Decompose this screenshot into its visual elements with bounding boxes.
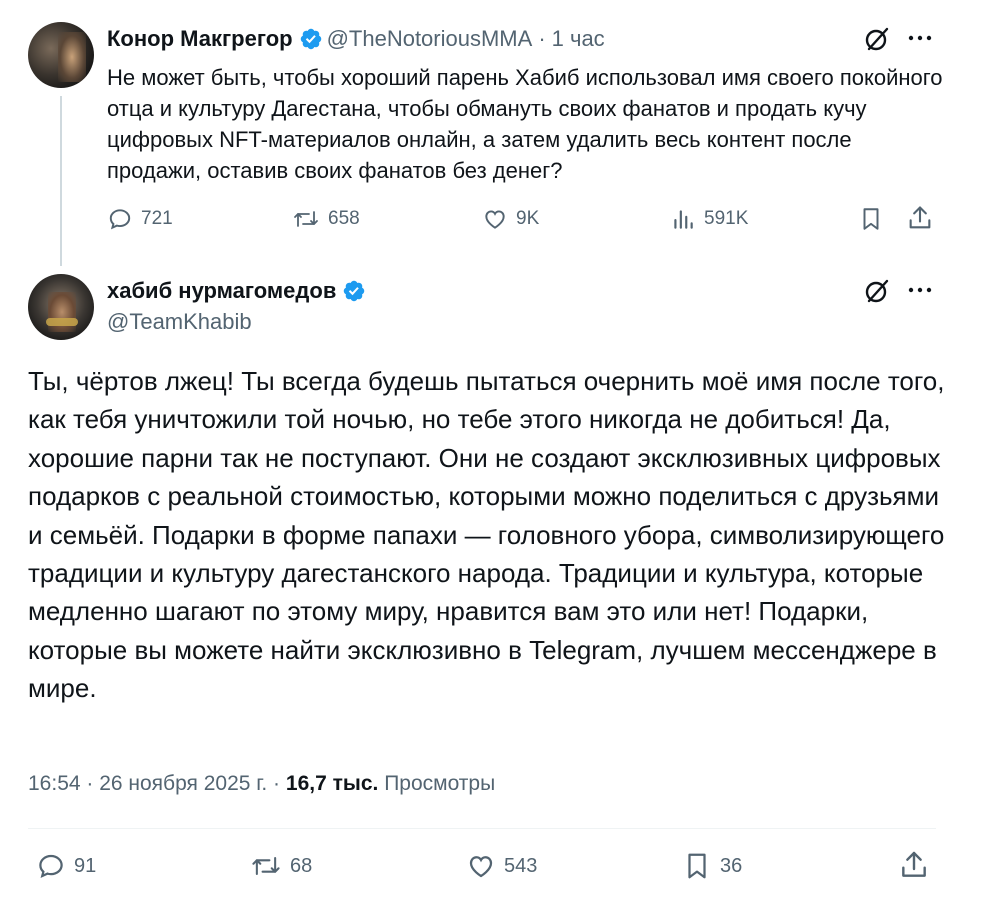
tweet1-views-button[interactable]: 591K: [670, 206, 748, 232]
avatar-khabib[interactable]: [28, 274, 94, 340]
tweet1-reply-count: 721: [141, 208, 173, 229]
tweet1-repost-button[interactable]: 658: [292, 206, 360, 232]
repost-icon: [252, 856, 280, 876]
tweet1-handle[interactable]: @TheNotoriousMMA: [327, 26, 533, 52]
grok-icon[interactable]: [862, 276, 892, 311]
tweet2-reply-button[interactable]: 91: [36, 851, 96, 881]
share-icon[interactable]: [898, 849, 930, 886]
tweet1-reply-button[interactable]: 721: [107, 206, 173, 232]
bookmark-icon: [688, 853, 706, 879]
more-icon[interactable]: [906, 280, 934, 305]
tweet2-author-name[interactable]: хабиб нурмагомедов: [107, 278, 336, 304]
tweet2-like-count: 543: [504, 854, 538, 877]
tweet1-separator: ·: [538, 26, 546, 51]
verified-badge-icon: [300, 28, 321, 50]
tweet1-view-count: 591K: [704, 208, 749, 229]
tweet2-views-count: 16,7 тыс.: [285, 772, 379, 795]
tweet2-like-button[interactable]: 543: [466, 851, 537, 881]
tweet2-views-label: Просмотры: [384, 772, 496, 795]
tweet2-text: Ты, чёртов лжец! Ты всегда будешь пытать…: [28, 366, 945, 704]
tweet2-bookmark-button[interactable]: 36: [682, 851, 742, 881]
reply-icon: [109, 209, 131, 230]
like-icon: [469, 856, 493, 878]
tweet2-meta-line: 16:54 · 26 ноября 2025 г. · 16,7 тыс. Пр…: [28, 772, 495, 796]
tweet2-timestamp[interactable]: 16:54 · 26 ноября 2025 г. ·: [28, 772, 280, 795]
tweet2-reply-count: 91: [74, 854, 97, 877]
tweet1-text: Не может быть, чтобы хороший парень Хаби…: [107, 65, 943, 183]
more-icon[interactable]: [906, 28, 934, 53]
avatar-conor[interactable]: [28, 22, 94, 88]
tweet1-header: Конор Макгрегор @TheNotoriousMMA · 1 час: [107, 24, 605, 54]
repost-icon: [294, 211, 318, 227]
divider: [28, 828, 936, 829]
tweet1-like-button[interactable]: 9K: [482, 206, 539, 232]
tweet1-bookmark-icon[interactable]: [858, 206, 884, 237]
tweet2-header: хабиб нурмагомедов: [107, 276, 370, 306]
tweet1-author-name[interactable]: Конор Макгрегор: [107, 26, 293, 52]
tweet2-bookmark-count: 36: [720, 854, 743, 877]
grok-icon[interactable]: [862, 24, 892, 59]
tweet1-like-count: 9K: [516, 208, 540, 229]
tweet1-repost-count: 658: [328, 208, 360, 229]
tweet2-repost-button[interactable]: 68: [250, 851, 312, 881]
verified-badge-icon: [344, 280, 365, 302]
like-icon: [485, 210, 505, 229]
tweet1-share-icon[interactable]: [906, 204, 934, 237]
tweet2-handle[interactable]: @TeamKhabib: [107, 309, 252, 335]
reply-icon: [39, 854, 63, 879]
views-icon: [674, 210, 693, 229]
tweet1-time[interactable]: 1 час: [552, 26, 605, 52]
thread-connector-line: [60, 96, 62, 266]
tweet2-repost-count: 68: [290, 854, 313, 877]
